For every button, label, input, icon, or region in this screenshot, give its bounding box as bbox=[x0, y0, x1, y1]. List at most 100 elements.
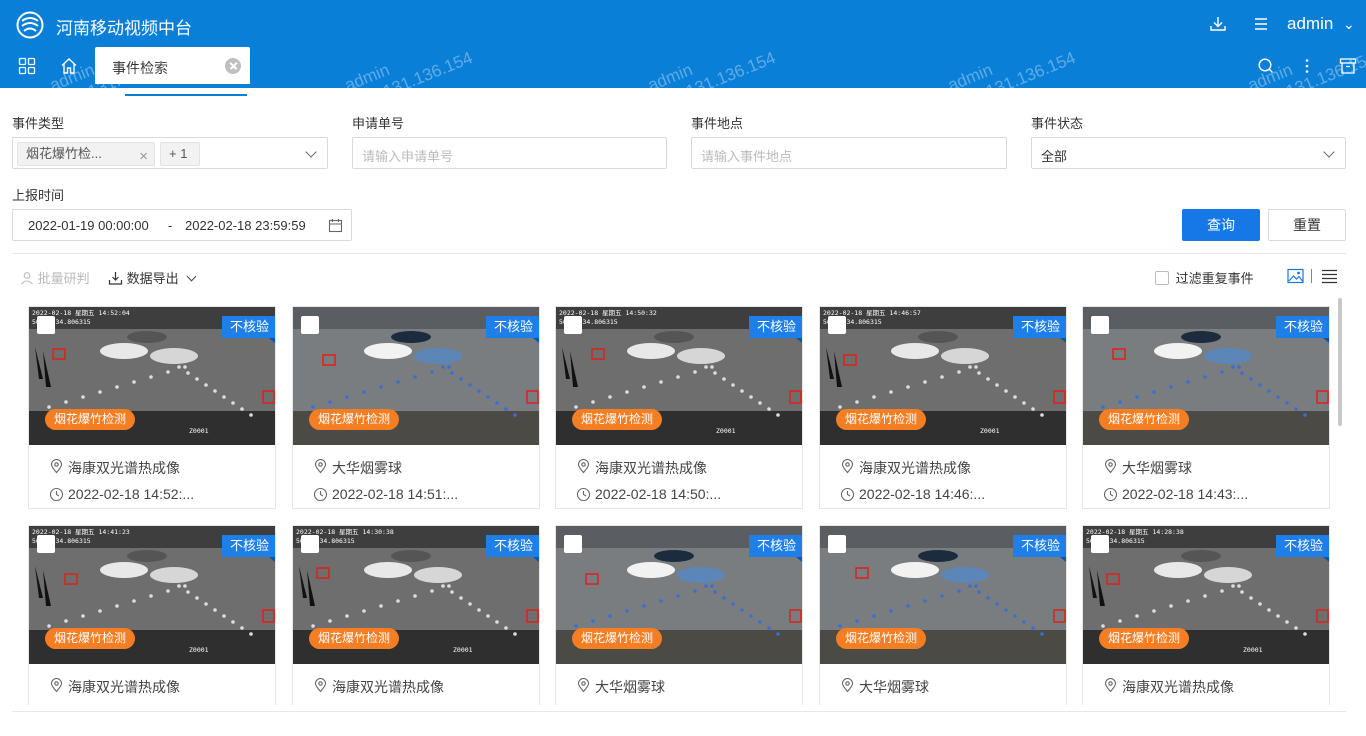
card-checkbox[interactable] bbox=[564, 535, 582, 553]
clock-icon bbox=[576, 487, 591, 502]
card-checkbox[interactable] bbox=[1091, 535, 1109, 553]
card-location-text: 大华烟雾球 bbox=[332, 460, 402, 476]
batch-judge-button[interactable]: 批量研判 bbox=[20, 268, 90, 287]
date-range-picker[interactable]: 2022-01-19 00:00:00 - 2022-02-18 23:59:5… bbox=[12, 209, 352, 241]
event-card[interactable]: 不核验 烟花爆竹检测 大华烟雾球 bbox=[555, 525, 803, 705]
filter-duplicates-toggle[interactable]: 过滤重复事件 bbox=[1155, 268, 1254, 287]
event-type-chip: 烟花爆竹检... × bbox=[17, 142, 155, 166]
card-checkbox[interactable] bbox=[37, 535, 55, 553]
clock-icon bbox=[313, 487, 328, 502]
filter-duplicates-label: 过滤重复事件 bbox=[1175, 271, 1254, 286]
reset-button[interactable]: 重置 bbox=[1268, 209, 1346, 241]
location-pin-icon bbox=[841, 678, 854, 693]
batch-judge-label: 批量研判 bbox=[37, 271, 90, 286]
search-icon[interactable] bbox=[1256, 56, 1276, 76]
location-input[interactable]: 请输入事件地点 bbox=[691, 137, 1007, 169]
event-card[interactable]: 不核验 烟花爆竹检测 大华烟雾球 2022-02-18 14:43:... bbox=[1082, 306, 1330, 509]
location-pin-icon bbox=[50, 459, 63, 474]
tab-label: 事件检索 bbox=[112, 60, 168, 76]
event-type-select[interactable]: 烟花爆竹检... × + 1 bbox=[12, 137, 328, 169]
card-location-text: 海康双光谱热成像 bbox=[859, 460, 971, 476]
card-location-text: 海康双光谱热成像 bbox=[1122, 679, 1234, 695]
card-checkbox[interactable] bbox=[564, 316, 582, 334]
location-pin-icon bbox=[1104, 459, 1117, 474]
user-icon bbox=[21, 272, 33, 285]
download-icon[interactable] bbox=[1208, 14, 1228, 34]
location-pin-icon bbox=[314, 459, 327, 474]
verify-status-badge: 不核验 bbox=[748, 316, 803, 343]
verify-status-badge: 不核验 bbox=[1012, 316, 1067, 343]
chevron-down-icon[interactable]: ⌄ bbox=[1343, 16, 1355, 33]
event-card[interactable]: 2022-02-18 星期五 14:52:04 56061,34.806315 Z0… bbox=[28, 306, 276, 509]
card-checkbox[interactable] bbox=[828, 316, 846, 334]
status-select[interactable]: 全部 bbox=[1031, 137, 1346, 169]
chevron-down-icon bbox=[186, 271, 197, 282]
chip-close-icon[interactable]: × bbox=[139, 146, 148, 168]
home-icon[interactable] bbox=[59, 56, 79, 76]
export-icon bbox=[108, 272, 123, 285]
clock-icon bbox=[49, 487, 64, 502]
verify-status-badge: 不核验 bbox=[1275, 535, 1330, 562]
image-view-icon[interactable] bbox=[1287, 268, 1304, 284]
scrollbar-thumb[interactable] bbox=[1338, 298, 1342, 426]
card-time-text: 2022-02-18 14:43:... bbox=[1122, 486, 1249, 502]
event-type-tag: 烟花爆竹检测 bbox=[1099, 409, 1190, 430]
apply-no-placeholder: 请输入申请单号 bbox=[362, 149, 454, 164]
top-bar: 河南移动视频中台 admin ⌄ 事件检索 bbox=[0, 0, 1366, 88]
china-mobile-logo bbox=[16, 11, 44, 39]
clock-icon bbox=[840, 487, 855, 502]
verify-status-badge: 不核验 bbox=[1275, 316, 1330, 343]
location-pin-icon bbox=[1104, 678, 1117, 693]
tab-event-search[interactable]: 事件检索 bbox=[95, 47, 250, 84]
card-location-text: 大华烟雾球 bbox=[595, 679, 665, 695]
location-pin-icon bbox=[841, 459, 854, 474]
apply-no-input[interactable]: 请输入申请单号 bbox=[352, 137, 667, 169]
status-value: 全部 bbox=[1041, 149, 1068, 164]
end-date[interactable]: 2022-02-18 23:59:59 bbox=[185, 218, 306, 233]
calendar-icon[interactable] bbox=[328, 218, 343, 233]
event-card[interactable]: 2022-02-18 星期五 14:46:57 56061,34.806315 Z0… bbox=[819, 306, 1067, 509]
event-type-tag: 烟花爆竹检测 bbox=[309, 628, 400, 649]
close-icon[interactable] bbox=[225, 58, 241, 74]
verify-status-badge: 不核验 bbox=[485, 316, 540, 343]
card-location-text: 海康双光谱热成像 bbox=[68, 679, 180, 695]
card-location-text: 海康双光谱热成像 bbox=[68, 460, 180, 476]
archive-icon[interactable] bbox=[1338, 56, 1358, 76]
menu-icon[interactable] bbox=[1251, 14, 1271, 34]
apply-no-label: 申请单号 bbox=[352, 116, 405, 131]
card-location-text: 海康双光谱热成像 bbox=[595, 460, 707, 476]
query-button[interactable]: 查询 bbox=[1182, 209, 1260, 241]
start-date[interactable]: 2022-01-19 00:00:00 bbox=[28, 218, 149, 233]
apps-grid-icon[interactable] bbox=[17, 56, 37, 76]
more-icon[interactable] bbox=[1297, 56, 1317, 76]
card-checkbox[interactable] bbox=[37, 316, 55, 334]
location-pin-icon bbox=[577, 678, 590, 693]
event-card[interactable]: 2022-02-18 星期五 14:28:38 56061,34.806315 Z0… bbox=[1082, 525, 1330, 705]
user-name[interactable]: admin bbox=[1287, 14, 1333, 34]
pagination-divider bbox=[12, 711, 1346, 712]
event-type-tag: 烟花爆竹检测 bbox=[572, 409, 663, 430]
tab-underline bbox=[125, 94, 247, 96]
verify-status-badge: 不核验 bbox=[1012, 535, 1067, 562]
list-view-icon[interactable] bbox=[1321, 268, 1338, 284]
divider bbox=[12, 253, 1346, 254]
event-card[interactable]: 2022-02-18 星期五 14:50:32 56061,34.806315 Z0… bbox=[555, 306, 803, 509]
card-checkbox[interactable] bbox=[828, 535, 846, 553]
overlay-camera-label: Z0001 bbox=[1243, 646, 1263, 654]
card-time-text: 2022-02-18 14:51:... bbox=[332, 486, 459, 502]
event-card[interactable]: 不核验 烟花爆竹检测 大华烟雾球 2022-02-18 14:51:... bbox=[292, 306, 540, 509]
event-card[interactable]: 2022-02-18 星期五 14:41:23 56061,34.806315 Z0… bbox=[28, 525, 276, 705]
verify-status-badge: 不核验 bbox=[221, 316, 276, 343]
export-button[interactable]: 数据导出 bbox=[108, 268, 197, 287]
card-time-text: 2022-02-18 14:52:... bbox=[68, 486, 195, 502]
event-type-more-chip: + 1 bbox=[160, 142, 200, 166]
filter-duplicates-checkbox[interactable] bbox=[1155, 271, 1169, 285]
event-card[interactable]: 不核验 烟花爆竹检测 大华烟雾球 bbox=[819, 525, 1067, 705]
view-separator bbox=[1311, 269, 1312, 283]
card-checkbox[interactable] bbox=[1091, 316, 1109, 334]
location-pin-icon bbox=[50, 678, 63, 693]
card-checkbox[interactable] bbox=[301, 535, 319, 553]
report-time-label: 上报时间 bbox=[12, 188, 65, 203]
card-checkbox[interactable] bbox=[301, 316, 319, 334]
event-card[interactable]: 2022-02-18 星期五 14:30:38 56061,34.806315 Z0… bbox=[292, 525, 540, 705]
